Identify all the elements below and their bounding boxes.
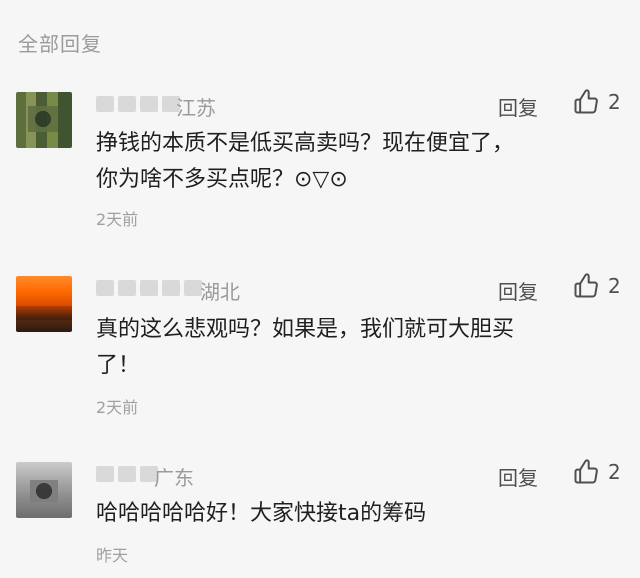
section-title: 全部回复	[18, 32, 102, 56]
username-blurred[interactable]	[96, 94, 180, 114]
reply-button[interactable]: 回复	[498, 276, 538, 305]
like-button[interactable]: 2	[572, 458, 621, 486]
comment-time: 2天前	[96, 398, 139, 417]
user-avatar[interactable]	[16, 462, 72, 518]
user-avatar[interactable]	[16, 92, 72, 148]
user-location: 广东	[154, 466, 194, 490]
thumbs-up-icon	[572, 458, 600, 486]
blurred-name-segment	[96, 280, 114, 296]
like-count: 2	[608, 460, 621, 484]
user-avatar[interactable]	[16, 276, 72, 332]
reply-button[interactable]: 回复	[498, 462, 538, 491]
blurred-name-segment	[162, 280, 180, 296]
like-count: 2	[608, 274, 621, 298]
comment-text-line: 了！	[96, 353, 141, 378]
like-button[interactable]: 2	[572, 272, 621, 300]
reply-button[interactable]: 回复	[498, 92, 538, 121]
blurred-name-segment	[118, 466, 136, 482]
comment-text-line: 挣钱的本质不是低买高卖吗？现在便宜了，	[96, 131, 515, 156]
blurred-name-segment	[140, 280, 158, 296]
user-location: 湖北	[200, 280, 240, 304]
comment-text-line: 哈哈哈哈哈好！大家快接ta的筹码	[96, 501, 427, 526]
comment-time: 昨天	[96, 546, 129, 565]
comment-text-line: 真的这么悲观吗？如果是，我们就可大胆买	[96, 317, 515, 342]
user-location: 江苏	[176, 96, 216, 120]
thumbs-up-icon	[572, 88, 600, 116]
blurred-name-segment	[96, 466, 114, 482]
comment-text: 哈哈哈哈哈好！大家快接ta的筹码	[96, 496, 616, 532]
comment-time: 2天前	[96, 210, 139, 229]
blurred-name-segment	[96, 96, 114, 112]
username-blurred[interactable]	[96, 464, 158, 484]
comment-text-line: 你为啥不多买点呢？⊙▽⊙	[96, 167, 348, 192]
username-blurred[interactable]	[96, 278, 202, 298]
blurred-name-segment	[140, 96, 158, 112]
comment-text: 挣钱的本质不是低买高卖吗？现在便宜了， 你为啥不多买点呢？⊙▽⊙	[96, 126, 616, 198]
like-button[interactable]: 2	[572, 88, 621, 116]
comments-page: 全部回复 江苏 回复 2 挣钱的本质不是低买高卖吗？现在便宜了， 你为啥不多买点…	[0, 0, 640, 578]
blurred-name-segment	[118, 96, 136, 112]
like-count: 2	[608, 90, 621, 114]
comment-text: 真的这么悲观吗？如果是，我们就可大胆买 了！	[96, 312, 616, 384]
blurred-name-segment	[118, 280, 136, 296]
thumbs-up-icon	[572, 272, 600, 300]
